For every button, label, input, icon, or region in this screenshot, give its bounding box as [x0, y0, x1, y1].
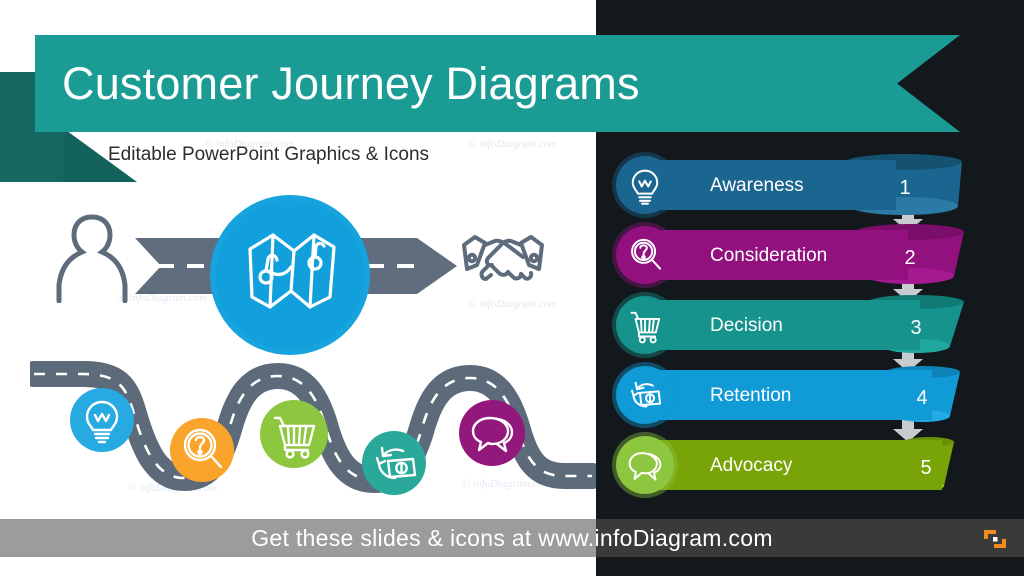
funnel-number-5: 5: [920, 457, 932, 479]
funnel-number-1: 1: [899, 177, 911, 199]
lightbulb-icon: [85, 400, 119, 444]
funnel-label-2: Consideration: [710, 245, 828, 266]
speech-bubbles-icon: [628, 452, 662, 481]
money-return-icon: [375, 446, 417, 480]
magnifier-question-icon: [183, 428, 223, 469]
funnel-label-5: Advocacy: [710, 455, 793, 476]
road-step-1[interactable]: [70, 388, 134, 452]
infodiagram-logo-icon[interactable]: [982, 528, 1008, 550]
funnel-bar-5: [650, 440, 942, 490]
speech-bubbles-icon: [471, 416, 514, 453]
funnel-label-3: Decision: [710, 315, 783, 336]
funnel-icon-4: [616, 366, 674, 424]
funnel-label-1: Awareness: [710, 175, 804, 196]
person-silhouette-icon: [56, 214, 128, 303]
page-subtitle: Editable PowerPoint Graphics & Icons: [108, 144, 430, 165]
slide-canvas: Customer Journey Diagrams Editable Power…: [0, 0, 1024, 576]
shopping-cart-icon: [630, 311, 661, 344]
lightbulb-icon: [631, 169, 659, 205]
funnel-diagram: Awareness 1 Consideration 2 Decision 3 R…: [612, 152, 1024, 500]
funnel-bar-3: [650, 300, 920, 350]
road-step-3[interactable]: [260, 400, 328, 468]
winding-road-diagram: [21, 350, 605, 520]
page-title: Customer Journey Diagrams: [62, 58, 640, 109]
footer-bottom-strip: [596, 557, 1024, 576]
funnel-number-3: 3: [910, 317, 922, 339]
funnel-label-4: Retention: [710, 385, 792, 406]
handshake-icon: [462, 235, 544, 281]
funnel-number-2: 2: [904, 247, 916, 269]
hero-journey-row: [0, 195, 596, 355]
funnel-icon-2: [616, 226, 674, 284]
shopping-cart-icon: [273, 416, 316, 459]
folded-map-icon: [248, 233, 336, 309]
funnel-icon-3: [616, 296, 674, 354]
footer-link[interactable]: Get these slides & icons at www.infoDiag…: [0, 519, 1024, 557]
road-step-2[interactable]: [170, 418, 234, 482]
magnifier-question-icon: [631, 238, 662, 270]
road-step-4[interactable]: [362, 431, 426, 495]
funnel-number-4: 4: [916, 387, 928, 409]
funnel-icon-5: [616, 436, 674, 494]
money-return-icon: [631, 381, 662, 408]
funnel-icon-1: [616, 156, 674, 214]
road-step-5[interactable]: [459, 400, 525, 466]
